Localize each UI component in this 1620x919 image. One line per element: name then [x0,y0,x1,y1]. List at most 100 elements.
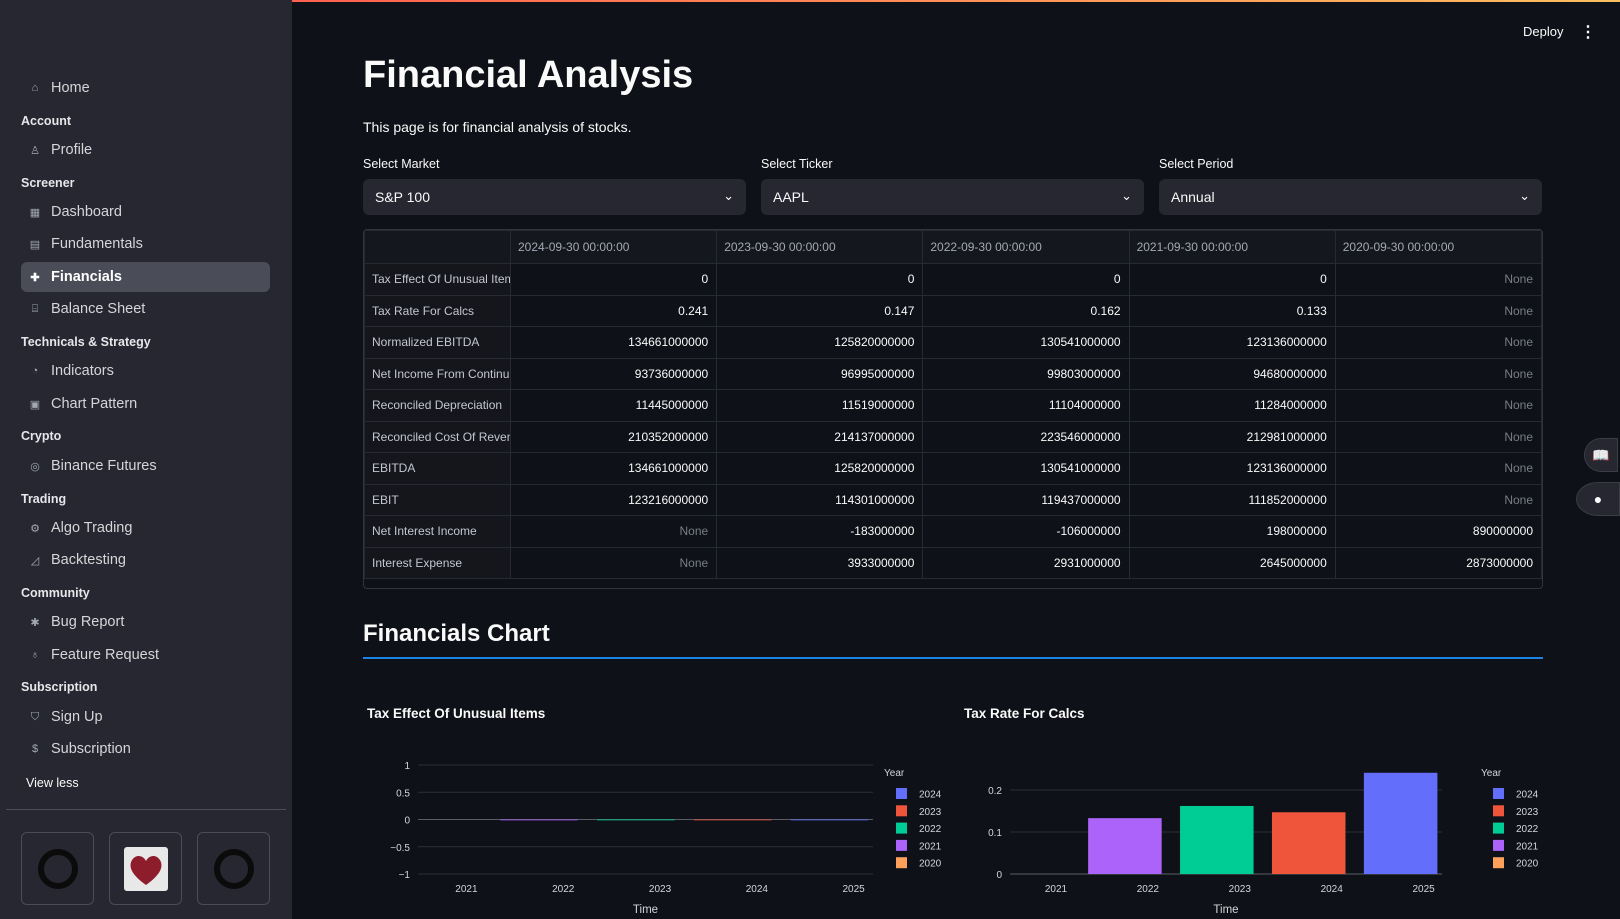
sidebar-item-profile[interactable]: ♙ Profile [21,135,270,165]
sidebar-item-feature-request[interactable]: ♁ Feature Request [21,640,270,670]
table-cell[interactable]: 11104000000 [922,389,1130,422]
table-cell[interactable]: None [1334,294,1542,327]
sidebar-item-algo-trading[interactable]: ⚙ Algo Trading [21,513,270,543]
row-header-cell[interactable]: Reconciled Cost Of Revenu [364,420,511,453]
table-cell[interactable]: 890000000 [1334,515,1542,548]
sidebar-item-balance-sheet[interactable]: ⌸ Balance Sheet [21,294,270,324]
table-cell[interactable]: 11445000000 [509,389,718,422]
table-cell[interactable]: 125820000000 [716,326,924,359]
table-cell[interactable]: 2645000000 [1128,546,1336,579]
settings-palette-icon[interactable]: ● [1576,482,1620,516]
column-header[interactable]: 2021-09-30 00:00:00 [1128,230,1336,264]
table-cell[interactable]: 0.147 [716,294,924,327]
table-cell[interactable]: None [1334,420,1542,453]
table-cell[interactable]: None [1334,357,1542,390]
table-cell[interactable]: 99803000000 [922,357,1130,390]
table-row[interactable]: Normalized EBITDA 134661000000 12582000000… [364,326,1542,359]
financials-table[interactable]: 2024-09-30 00:00:00 2023-09-30 00:00:00 … [363,229,1543,589]
table-cell[interactable]: 130541000000 [922,452,1130,485]
column-header[interactable]: 2020-09-30 00:00:00 [1334,230,1542,264]
table-cell[interactable]: 114301000000 [716,483,924,516]
profile-tile-1[interactable] [21,832,94,905]
table-cell[interactable]: 94680000000 [1128,357,1336,390]
row-header-cell[interactable]: Tax Effect Of Unusual Item [364,263,511,296]
table-cell[interactable]: 134661000000 [509,326,718,359]
table-row[interactable]: EBITDA 134661000000 125820000000 1305410000… [364,452,1542,485]
table-row[interactable]: Net Interest Income None -183000000 -106000… [364,515,1542,548]
table-cell[interactable]: 130541000000 [922,326,1130,359]
table-row[interactable]: Interest Expense None 3933000000 2931000000… [364,546,1542,579]
table-cell[interactable]: 134661000000 [509,452,718,485]
table-cell[interactable]: 0 [509,263,718,296]
sidebar-item-financials[interactable]: ✚ Financials [21,262,270,292]
sidebar-item-home[interactable]: ⌂ Home [21,73,270,103]
row-header-cell[interactable]: EBIT [364,483,511,516]
table-row[interactable]: Tax Effect Of Unusual Item 0 0 0 0 None [364,263,1542,296]
select-market-dropdown[interactable]: S&P 100 ⌄ [363,179,746,215]
table-cell[interactable]: 0.241 [509,294,718,327]
table-cell[interactable]: 93736000000 [509,357,718,390]
row-header-cell[interactable]: Tax Rate For Calcs [364,294,511,327]
column-header[interactable]: 2022-09-30 00:00:00 [922,230,1130,264]
row-header-cell[interactable]: Net Interest Income [364,515,511,548]
sidebar-item-bug-report[interactable]: ✱ Bug Report [21,607,270,637]
sidebar-item-indicators[interactable]: ◔ Indicators [21,356,270,386]
column-header[interactable] [364,230,511,264]
table-cell[interactable]: None [509,546,718,579]
table-row[interactable]: EBIT 123216000000 114301000000 119437000000… [364,483,1542,516]
row-header-cell[interactable]: Interest Expense [364,546,511,579]
table-cell[interactable]: 123136000000 [1128,452,1336,485]
tax-effect-chart[interactable]: 1 0.5 0 −0.5 −1 2021 2022 2023 2024 2025 Time Year 2… [363,755,943,919]
table-cell[interactable]: 119437000000 [922,483,1130,516]
table-cell[interactable]: 123216000000 [509,483,718,516]
book-icon[interactable]: 📖 [1584,438,1618,472]
tax-rate-chart[interactable]: 0.2 0.1 0 2021 2022 2023 2024 2025 Time Year 2024 2… [960,755,1550,919]
table-cell[interactable]: 2873000000 [1334,546,1542,579]
deploy-button[interactable]: Deploy [1523,24,1563,39]
table-cell[interactable]: None [1334,326,1542,359]
row-header-cell[interactable]: EBITDA [364,452,511,485]
table-cell[interactable]: 210352000000 [509,420,718,453]
column-header[interactable]: 2023-09-30 00:00:00 [716,230,924,264]
table-row[interactable]: Reconciled Depreciation 11445000000 115190… [364,389,1542,422]
sidebar-item-chart-pattern[interactable]: ▣ Chart Pattern [21,389,270,419]
table-cell[interactable]: 2931000000 [922,546,1130,579]
table-cell[interactable]: None [1334,263,1542,296]
table-cell[interactable]: -106000000 [922,515,1130,548]
table-cell[interactable]: 0 [716,263,924,296]
sidebar-item-sign-up[interactable]: ⛉ Sign Up [21,702,270,732]
sidebar-item-fundamentals[interactable]: ▤ Fundamentals [21,229,270,259]
column-header[interactable]: 2024-09-30 00:00:00 [509,230,718,264]
table-cell[interactable]: None [509,515,718,548]
view-less-link[interactable]: View less [26,776,79,790]
select-period-dropdown[interactable]: Annual ⌄ [1159,179,1542,215]
row-header-cell[interactable]: Net Income From Continui [364,357,511,390]
table-cell[interactable]: 111852000000 [1128,483,1336,516]
table-cell[interactable]: 0.133 [1128,294,1336,327]
sidebar-item-subscription[interactable]: $ Subscription [21,734,270,764]
table-cell[interactable]: 11519000000 [716,389,924,422]
select-ticker-dropdown[interactable]: AAPL ⌄ [761,179,1144,215]
table-cell[interactable]: 198000000 [1128,515,1336,548]
table-cell[interactable]: 123136000000 [1128,326,1336,359]
sidebar-item-backtesting[interactable]: ◿ Backtesting [21,545,270,575]
table-row[interactable]: Net Income From Continui 93736000000 96995… [364,357,1542,390]
table-cell[interactable]: -183000000 [716,515,924,548]
table-cell[interactable]: 96995000000 [716,357,924,390]
kebab-menu-icon[interactable]: ⋮ [1580,22,1596,42]
sidebar-item-dashboard[interactable]: ▦ Dashboard [21,197,270,227]
table-row[interactable]: Tax Rate For Calcs 0.241 0.147 0.162 0.133 No… [364,294,1542,327]
table-cell[interactable]: 212981000000 [1128,420,1336,453]
table-cell[interactable]: 223546000000 [922,420,1130,453]
row-header-cell[interactable]: Reconciled Depreciation [364,389,511,422]
table-cell[interactable]: 125820000000 [716,452,924,485]
table-cell[interactable]: 214137000000 [716,420,924,453]
table-row[interactable]: Reconciled Cost Of Revenu 210352000000 214… [364,420,1542,453]
profile-tile-3[interactable] [197,832,270,905]
row-header-cell[interactable]: Normalized EBITDA [364,326,511,359]
table-cell[interactable]: 0 [922,263,1130,296]
table-cell[interactable]: 0.162 [922,294,1130,327]
sidebar-item-binance-futures[interactable]: ◎ Binance Futures [21,451,270,481]
table-cell[interactable]: 3933000000 [716,546,924,579]
profile-tile-2[interactable] [109,832,182,905]
